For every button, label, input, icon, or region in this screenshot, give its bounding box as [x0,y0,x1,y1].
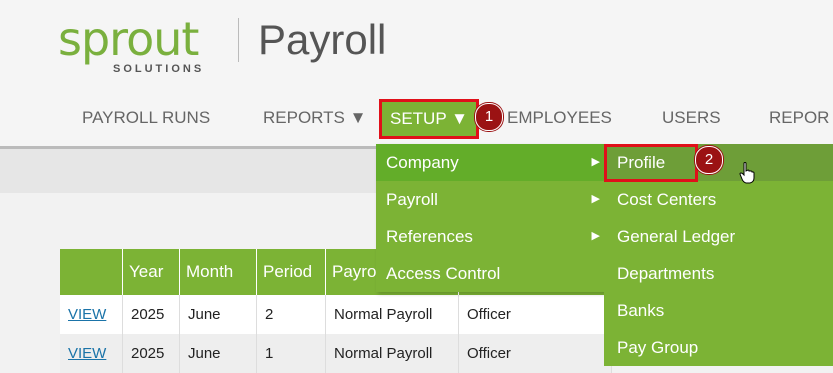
submenu-arrow-icon: ▶ [591,193,600,205]
cell-period: 1 [256,334,326,373]
submenu-arrow-icon: ▶ [591,156,600,168]
submenu-item-banks[interactable]: Banks [604,292,833,329]
menu-item-payroll[interactable]: Payroll ▶ [376,181,606,218]
submenu-item-label: Banks [617,301,665,320]
menu-item-company[interactable]: Company ▶ [376,144,606,181]
col-month[interactable]: Month [179,249,257,295]
cell-year: 2025 [122,295,180,334]
menu-item-label: Company [386,153,459,172]
view-link[interactable]: VIEW [68,345,106,362]
nav-users[interactable]: USERS [662,96,721,140]
cell-type: Normal Payroll [325,295,459,334]
cell-period: 2 [256,295,326,334]
nav-setup[interactable]: SETUP ▼ [379,99,479,139]
submenu-item-general-ledger[interactable]: General Ledger [604,218,833,255]
nav-employees[interactable]: EMPLOYEES [507,96,612,140]
cell-group: Officer [458,334,612,373]
logo-subtitle: SOLUTIONS [113,63,205,75]
submenu-item-departments[interactable]: Departments [604,255,833,292]
table-row: VIEW 2025 June 1 Normal Payroll Officer [60,334,612,373]
app-title: Payroll [258,16,387,63]
main-nav: PAYROLL RUNS REPORTS ▼ SETUP ▼ EMPLOYEES… [0,96,833,140]
app-header: sprout SOLUTIONS Payroll PAYROLL RUNS RE… [0,0,833,148]
submenu-item-cost-centers[interactable]: Cost Centers [604,181,833,218]
header-divider [238,18,239,62]
menu-item-access-control[interactable]: Access Control [376,255,606,292]
logo-wordmark: sprout [58,12,199,66]
submenu-item-pay-group[interactable]: Pay Group [604,329,833,366]
col-action [60,249,123,295]
cell-group: Officer [458,295,612,334]
submenu-item-label: Cost Centers [617,190,717,209]
view-link[interactable]: VIEW [68,306,106,323]
cell-month: June [179,295,257,334]
menu-item-references[interactable]: References ▶ [376,218,606,255]
setup-dropdown-menu: Company ▶ Payroll ▶ References ▶ Access … [376,144,606,292]
step-badge-1: 1 [475,103,503,131]
col-year[interactable]: Year [122,249,180,295]
nav-reports[interactable]: REPORTS ▼ [263,96,366,140]
profile-highlight-box [604,144,698,182]
company-submenu: Profile Cost Centers General Ledger Depa… [604,144,833,366]
step-badge-2: 2 [695,146,723,174]
sprout-logo[interactable]: sprout SOLUTIONS [58,10,228,80]
menu-item-label: Access Control [386,264,501,283]
nav-reports-2[interactable]: REPOR [769,96,829,140]
cell-type: Normal Payroll [325,334,459,373]
submenu-item-label: General Ledger [617,227,736,246]
cell-month: June [179,334,257,373]
submenu-arrow-icon: ▶ [591,230,600,242]
menu-item-label: References [386,227,473,246]
cell-year: 2025 [122,334,180,373]
table-row: VIEW 2025 June 2 Normal Payroll Officer [60,295,612,334]
nav-payroll-runs[interactable]: PAYROLL RUNS [82,96,210,140]
col-period[interactable]: Period [256,249,326,295]
menu-item-label: Payroll [386,190,438,209]
submenu-item-label: Departments [617,264,715,283]
hand-cursor-icon [739,162,755,184]
submenu-item-label: Pay Group [617,338,699,357]
